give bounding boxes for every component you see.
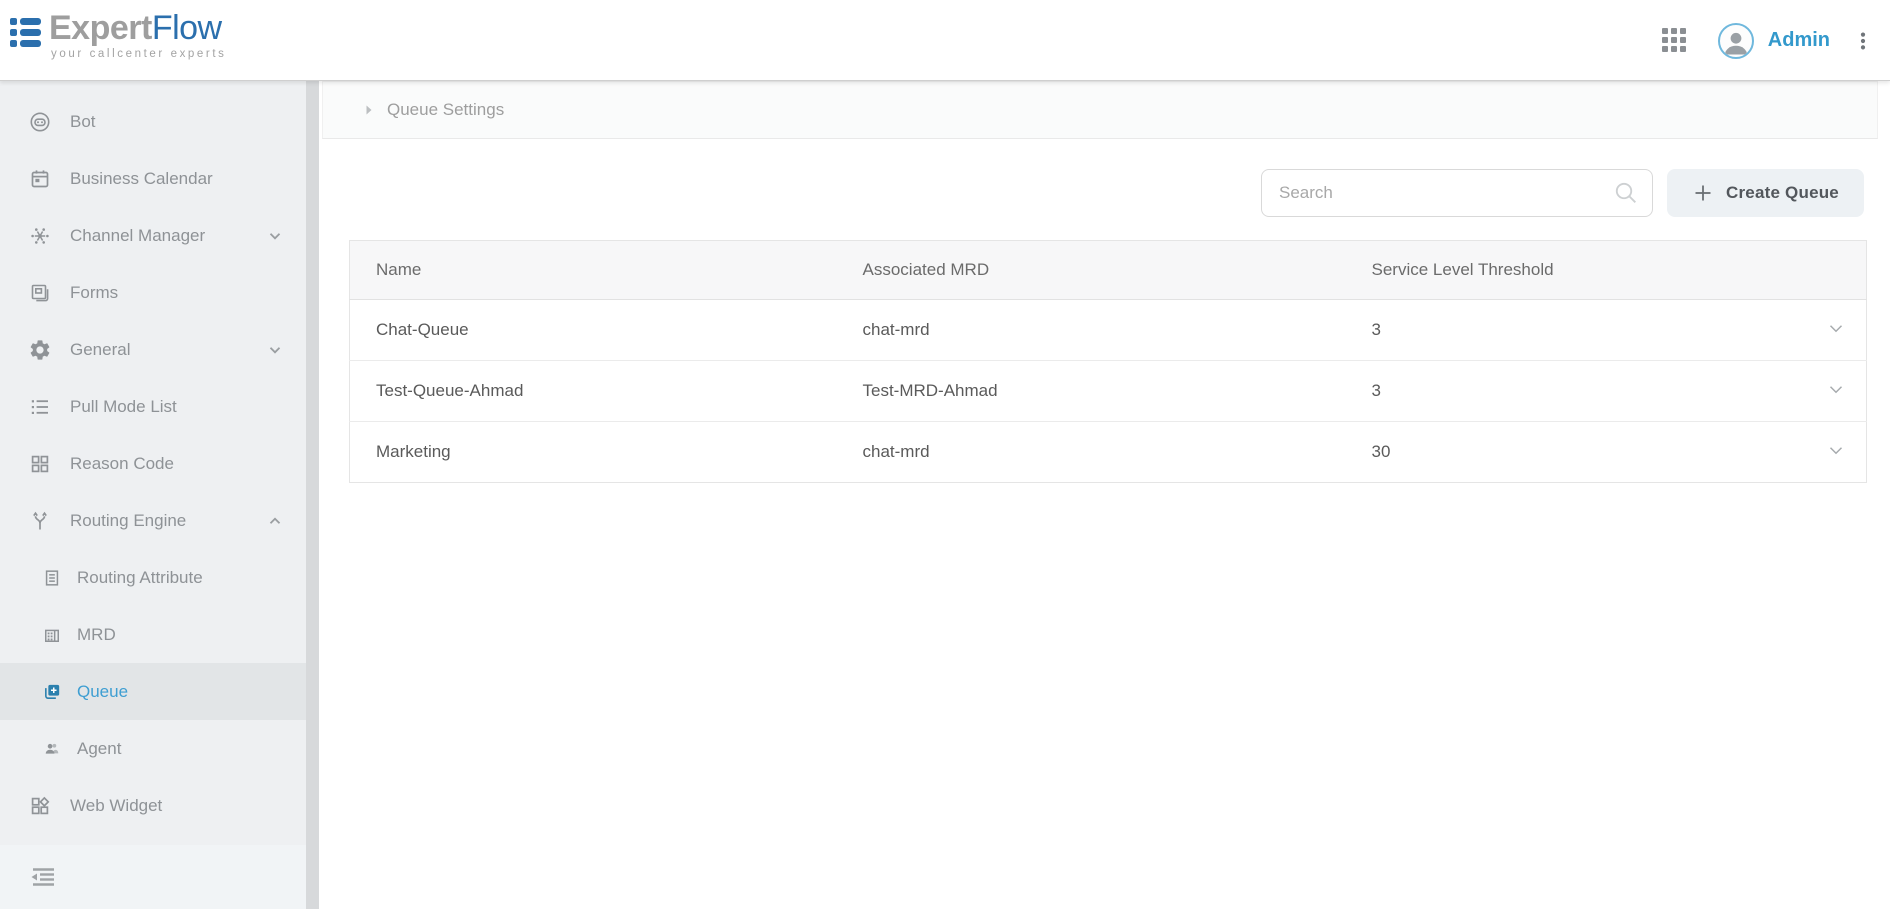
sidebar-item-web-widget[interactable]: Web Widget [0,777,306,834]
search-icon [1612,179,1640,207]
row-expand-chevron[interactable] [1825,439,1847,461]
cell-associated-mrd: chat-mrd [837,300,1346,361]
apps-grid-icon[interactable] [1662,28,1688,54]
table-row: Marketing chat-mrd 30 [350,422,1867,483]
sidebar-footer [0,845,306,909]
calendar-icon [28,167,52,191]
chevron-down-icon [266,341,284,359]
row-expand-chevron[interactable] [1825,378,1847,400]
column-header-associated-mrd: Associated MRD [837,241,1346,300]
list-icon [28,395,52,419]
column-header-name: Name [350,241,837,300]
sidebar-item-label: Routing Engine [70,511,186,531]
bot-icon [28,110,52,134]
cell-service-level-threshold: 3 [1346,361,1807,422]
widgets-icon [28,794,52,818]
cell-associated-mrd: chat-mrd [837,422,1346,483]
sidebar-item-queue[interactable]: Queue [0,663,306,720]
sidebar-item-routing-attribute[interactable]: Routing Attribute [0,549,306,606]
user-name[interactable]: Admin [1768,29,1830,52]
header-right-cluster: Admin [1662,0,1874,81]
table-row: Chat-Queue chat-mrd 3 [350,300,1867,361]
expertflow-logo: ExpertFlow your callcenter experts [10,11,227,60]
page-title: Queue Settings [387,100,504,120]
sidebar-item-label: Business Calendar [70,169,213,189]
channel-hub-icon [28,224,52,248]
logo-text-flow: Flow [152,9,222,47]
sidebar-item-bot[interactable]: Bot [0,93,306,150]
sidebar-item-agent[interactable]: Agent [0,720,306,777]
table-row: Test-Queue-Ahmad Test-MRD-Ahmad 3 [350,361,1867,422]
cell-name: Marketing [350,422,837,483]
sidebar-item-label: Channel Manager [70,226,205,246]
document-icon [42,568,62,588]
plus-icon [1692,182,1714,204]
sidebar-item-forms[interactable]: Forms [0,264,306,321]
search-box [1261,169,1653,217]
sidebar-item-label: Bot [70,112,96,132]
row-expand-chevron[interactable] [1825,317,1847,339]
table-header-row: Name Associated MRD Service Level Thresh… [350,241,1867,300]
sidebar-item-mrd[interactable]: MRD [0,606,306,663]
queue-table: Name Associated MRD Service Level Thresh… [349,240,1867,483]
sidebar-item-label: Reason Code [70,454,174,474]
building-icon [42,625,62,645]
cell-associated-mrd: Test-MRD-Ahmad [837,361,1346,422]
page: ExpertFlow your callcenter experts Admin [0,0,1890,909]
cell-name: Chat-Queue [350,300,837,361]
sidebar-item-routing-engine[interactable]: Routing Engine [0,492,306,549]
create-queue-button[interactable]: Create Queue [1667,169,1864,217]
logo-text: ExpertFlow your callcenter experts [49,11,227,60]
sidebar-item-label: Agent [77,739,121,759]
sidebar-item-label: Queue [77,682,128,702]
sidebar: Bot Business Calendar [0,81,306,909]
user-avatar[interactable] [1718,23,1754,59]
logo-text-expert: Expert [49,9,152,47]
breadcrumb: Queue Settings [322,81,1878,139]
chevron-down-icon [266,227,284,245]
sidebar-item-label: General [70,340,130,360]
sidebar-nav: Bot Business Calendar [0,81,306,834]
person-silhouette-icon [1721,27,1751,57]
app-header: ExpertFlow your callcenter experts Admin [0,0,1890,81]
cell-service-level-threshold: 3 [1346,300,1807,361]
squares-grid-icon [28,452,52,476]
sidebar-scrollbar[interactable] [306,81,319,909]
chevron-up-icon [266,512,284,530]
queue-add-icon [42,682,62,702]
expertflow-logo-icon [10,18,41,47]
create-queue-label: Create Queue [1726,183,1839,203]
sidebar-item-general[interactable]: General [0,321,306,378]
sidebar-item-channel-manager[interactable]: Channel Manager [0,207,306,264]
sidebar-item-reason-code[interactable]: Reason Code [0,435,306,492]
column-header-service-level-threshold: Service Level Threshold [1346,241,1807,300]
sidebar-item-label: Pull Mode List [70,397,177,417]
column-header-expander [1807,241,1867,300]
sidebar-item-label: Forms [70,283,118,303]
sidebar-item-pull-mode-list[interactable]: Pull Mode List [0,378,306,435]
scrollbar-thumb[interactable] [306,81,319,909]
forms-icon [28,281,52,305]
sidebar-item-label: Web Widget [70,796,162,816]
sidebar-item-business-calendar[interactable]: Business Calendar [0,150,306,207]
gear-icon [28,338,52,362]
route-fork-icon [28,509,52,533]
sidebar-item-label: MRD [77,625,116,645]
agents-icon [42,739,62,759]
breadcrumb-caret-icon [361,102,377,118]
search-input[interactable] [1262,170,1612,216]
kebab-menu-icon[interactable] [1852,28,1874,54]
sidebar-item-label: Routing Attribute [77,568,203,588]
cell-name: Test-Queue-Ahmad [350,361,837,422]
collapse-sidebar-icon[interactable] [26,865,56,889]
cell-service-level-threshold: 30 [1346,422,1807,483]
logo-tagline: your callcenter experts [51,48,227,60]
